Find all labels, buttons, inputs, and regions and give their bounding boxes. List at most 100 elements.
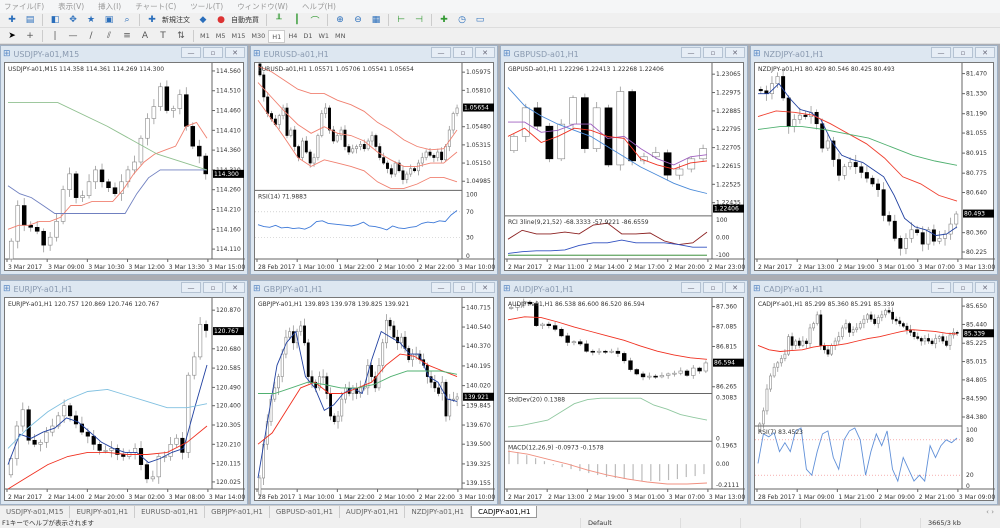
minimize-button[interactable]: — [681, 282, 701, 293]
menu-item[interactable]: ツール(T) [190, 1, 223, 12]
chart-canvas[interactable]: 140.715 140.540 140.370 140.195 140.020 139.8… [254, 297, 495, 502]
chart-window[interactable]: ⊞ CADJPY-a01,H1 — ▫ ✕ 85.650 85.440 85.225 85.01… [750, 280, 998, 505]
chart-window[interactable]: ⊞ EURJPY-a01,H1— ▫ ✕ 120.870 120.680 120.585 12… [0, 280, 248, 505]
chart-shift-icon[interactable]: ⊣ [412, 14, 426, 26]
chart-window[interactable]: ⊞ GBPUSD-a01,H1— ▫ ✕ 1.23065 1.22975 1.22885 1.… [500, 45, 748, 275]
timeframe-mn[interactable]: MN [332, 30, 348, 43]
channel-icon[interactable]: ⫽ [102, 30, 116, 42]
chart-svg[interactable]: 85.650 85.440 85.225 85.015 84.805 84.590 84.3… [755, 298, 995, 502]
navigator-icon[interactable]: ★ [84, 14, 98, 26]
terminal-icon[interactable]: ▣ [102, 14, 116, 26]
timeframe-m5[interactable]: M5 [213, 30, 229, 43]
new-order-button[interactable]: 新規注文 [162, 15, 190, 25]
chart-svg[interactable]: 114.560 114.510 114.460 114.410 114.360 114.3… [5, 63, 245, 272]
tab-scroll-arrows[interactable]: ‹ › [986, 506, 994, 518]
chart-window[interactable]: ⊞ NZDJPY-a01,H1 — ▫ ✕ 81.470 81.330 81.190 81.05… [750, 45, 998, 275]
menu-item[interactable]: 挿入(I) [98, 1, 121, 12]
minimize-button[interactable]: — [431, 282, 451, 293]
maximize-button[interactable]: ▫ [703, 47, 723, 58]
close-button[interactable]: ✕ [475, 282, 495, 293]
chart-svg[interactable]: 1.23065 1.22975 1.22885 1.22795 1.22705 1.226… [505, 63, 745, 272]
minimize-button[interactable]: — [931, 47, 951, 58]
crosshair-icon[interactable]: + [23, 30, 37, 42]
fibonacci-icon[interactable]: ≡ [120, 30, 134, 42]
chart-tab[interactable]: GBPJPY-a01,H1 [205, 506, 270, 518]
chart-canvas[interactable]: 85.650 85.440 85.225 85.015 84.805 84.590 84.3… [754, 297, 995, 502]
profiles-icon[interactable]: ▤ [23, 14, 37, 26]
cursor-icon[interactable]: ➤ [5, 30, 19, 42]
candlestick-icon[interactable]: ┃ [290, 14, 304, 26]
maximize-button[interactable]: ▫ [453, 47, 473, 58]
new-order-icon[interactable]: ✚ [145, 14, 159, 26]
close-button[interactable]: ✕ [975, 47, 995, 58]
chart-canvas[interactable]: 87.360 87.085 86.815 86.265 86.594 AUDJPY-a01… [504, 297, 745, 502]
timeframe-m30[interactable]: M30 [248, 30, 268, 43]
vertical-line-icon[interactable]: | [48, 30, 62, 42]
timeframe-h1[interactable]: H1 [268, 29, 286, 43]
menu-item[interactable]: ヘルプ(H) [302, 1, 336, 12]
menu-item[interactable]: チャート(C) [135, 1, 176, 12]
maximize-button[interactable]: ▫ [203, 282, 223, 293]
text-label-icon[interactable]: T [156, 30, 170, 42]
chart-tab[interactable]: CADJPY-a01,H1 [471, 506, 538, 518]
metaeditor-icon[interactable]: ◆ [196, 14, 210, 26]
minimize-button[interactable]: — [431, 47, 451, 58]
chart-canvas[interactable]: 114.560 114.510 114.460 114.410 114.360 114.3… [4, 62, 245, 272]
chart-window[interactable]: ⊞ EURUSD-a01,H1— ▫ ✕ 1.05975 1.05810 1.05480 1.… [250, 45, 498, 275]
chart-tab[interactable]: AUDJPY-a01,H1 [340, 506, 406, 518]
horizontal-line-icon[interactable]: — [66, 30, 80, 42]
chart-tab[interactable]: USDJPY-a01,M15 [0, 506, 71, 518]
auto-trading-icon[interactable]: ● [214, 14, 228, 26]
menu-item[interactable]: 表示(V) [58, 1, 84, 12]
arrows-icon[interactable]: ⇅ [174, 30, 188, 42]
chart-svg[interactable]: 1.05975 1.05810 1.05480 1.05315 1.05150 1.049… [255, 63, 495, 272]
chart-canvas[interactable]: 1.05975 1.05810 1.05480 1.05315 1.05150 1.049… [254, 62, 495, 272]
timeframe-m15[interactable]: M15 [229, 30, 249, 43]
chart-canvas[interactable]: 81.470 81.330 81.190 81.055 80.915 80.775 80.6… [754, 62, 995, 272]
chart-tab[interactable]: EURUSD-a01,H1 [135, 506, 206, 518]
menu-item[interactable]: ファイル(F) [4, 1, 44, 12]
close-button[interactable]: ✕ [725, 282, 745, 293]
timeframe-m1[interactable]: M1 [197, 30, 213, 43]
new-chart-icon[interactable]: ✚ [5, 14, 19, 26]
close-button[interactable]: ✕ [225, 282, 245, 293]
chart-tab[interactable]: NZDJPY-a01,H1 [405, 506, 472, 518]
periods-icon[interactable]: ◷ [455, 14, 469, 26]
zoom-out-icon[interactable]: ⊖ [351, 14, 365, 26]
close-button[interactable]: ✕ [725, 47, 745, 58]
trendline-icon[interactable]: / [84, 30, 98, 42]
bar-chart-icon[interactable]: ╨ [272, 14, 286, 26]
chart-svg[interactable]: 120.870 120.680 120.585 120.490 120.400 120.3… [5, 298, 245, 502]
chart-svg[interactable]: 87.360 87.085 86.815 86.265 86.594 AUDJPY-a01… [505, 298, 745, 502]
close-button[interactable]: ✕ [225, 47, 245, 58]
minimize-button[interactable]: — [181, 282, 201, 293]
timeframe-d1[interactable]: D1 [300, 30, 315, 43]
chart-tab[interactable]: GBPUSD-a01,H1 [270, 506, 340, 518]
maximize-button[interactable]: ▫ [703, 282, 723, 293]
market-watch-icon[interactable]: ◧ [48, 14, 62, 26]
text-icon[interactable]: A [138, 30, 152, 42]
auto-trading-button[interactable]: 自動売買 [231, 15, 259, 25]
chart-canvas[interactable]: 120.870 120.680 120.585 120.490 120.400 120.3… [4, 297, 245, 502]
tester-icon[interactable]: ⌕ [120, 14, 134, 26]
chart-svg[interactable]: 140.715 140.540 140.370 140.195 140.020 139.8… [255, 298, 495, 502]
minimize-button[interactable]: — [681, 47, 701, 58]
minimize-button[interactable]: — [181, 47, 201, 58]
indicators-icon[interactable]: ✚ [437, 14, 451, 26]
chart-svg[interactable]: 81.470 81.330 81.190 81.055 80.915 80.775 80.6… [755, 63, 995, 272]
close-button[interactable]: ✕ [475, 47, 495, 58]
templates-icon[interactable]: ▭ [473, 14, 487, 26]
line-chart-icon[interactable]: ⌒ [308, 14, 322, 27]
chart-window[interactable]: ⊞ AUDJPY-a01,H1 — ▫ ✕ 87.360 87.085 86.815 86.26… [500, 280, 748, 505]
auto-scroll-icon[interactable]: ⊢ [394, 14, 408, 26]
maximize-button[interactable]: ▫ [453, 282, 473, 293]
timeframe-h4[interactable]: H4 [285, 30, 300, 43]
maximize-button[interactable]: ▫ [203, 47, 223, 58]
timeframe-w1[interactable]: W1 [315, 30, 332, 43]
chart-tab[interactable]: EURJPY-a01,H1 [70, 506, 136, 518]
menu-item[interactable]: ウィンドウ(W) [237, 1, 288, 12]
tile-windows-icon[interactable]: ▦ [369, 14, 383, 26]
close-button[interactable]: ✕ [975, 282, 995, 293]
zoom-in-icon[interactable]: ⊕ [333, 14, 347, 26]
chart-window[interactable]: ⊞ GBPJPY-a01,H1— ▫ ✕ 140.715 140.540 140.370 14… [250, 280, 498, 505]
